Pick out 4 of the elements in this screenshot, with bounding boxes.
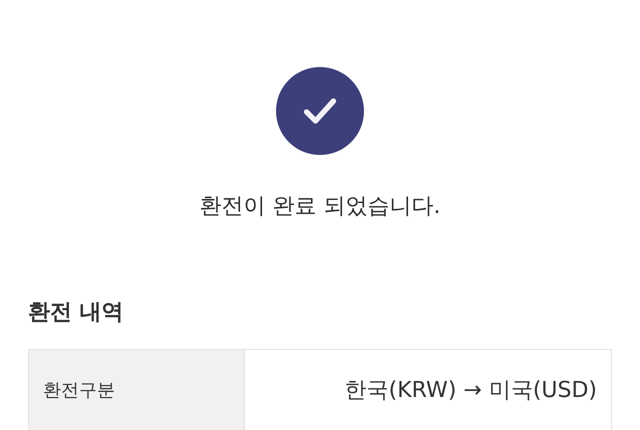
row-value: 한국(KRW) → 미국(USD) <box>344 377 598 405</box>
completion-message: 환전이 완료 되었습니다. <box>200 193 440 221</box>
section-title: 환전 내역 <box>28 299 125 327</box>
row-label: 환전구분 <box>29 350 245 430</box>
